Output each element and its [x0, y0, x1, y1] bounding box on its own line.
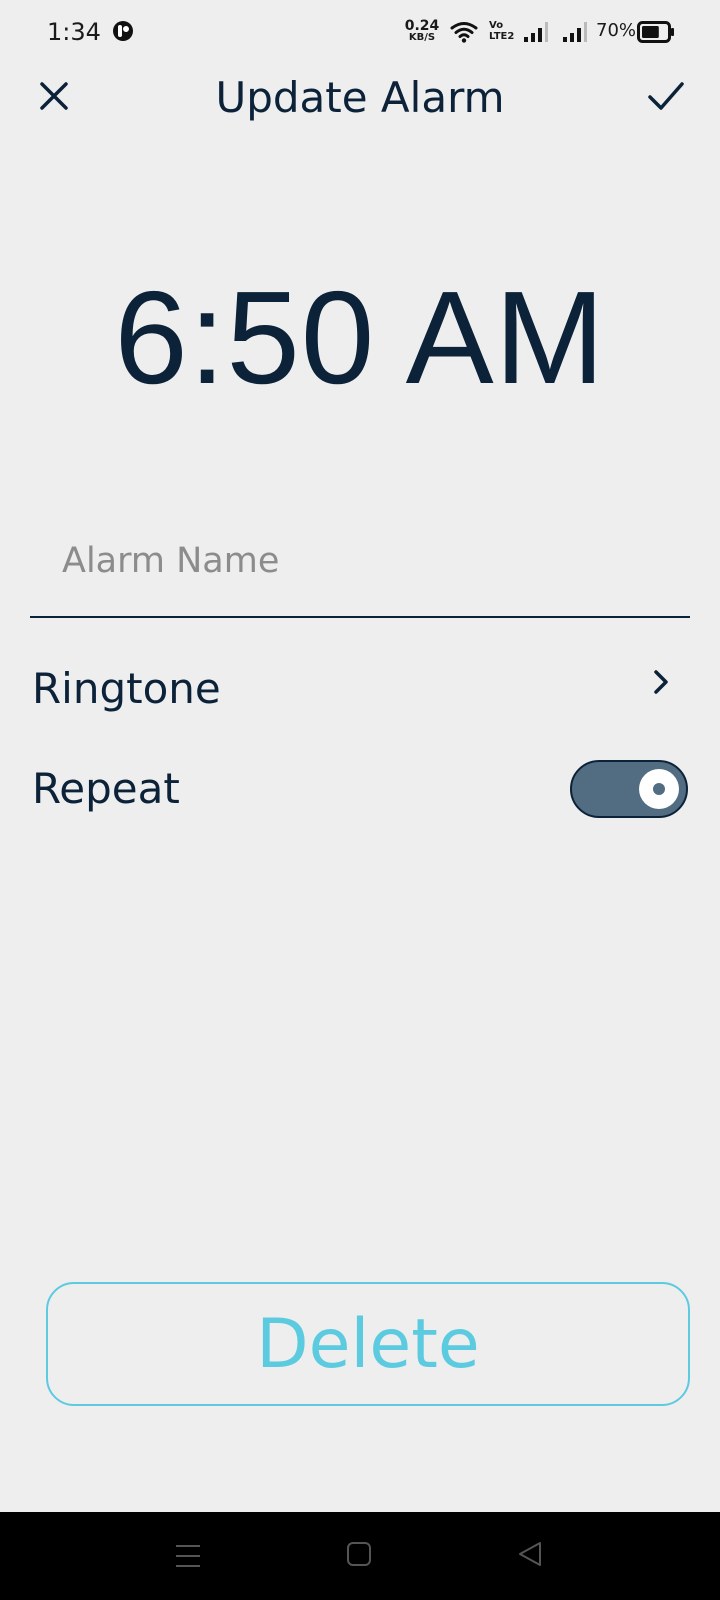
chevron-right-icon — [654, 670, 668, 694]
repeat-label: Repeat — [32, 764, 180, 813]
signal-icon — [524, 22, 548, 42]
network-speed: 0.24 KB/S — [404, 19, 440, 43]
battery-icon — [637, 21, 674, 43]
signal-icon — [563, 22, 587, 42]
toggle-knob — [639, 769, 679, 809]
ringtone-label: Ringtone — [32, 664, 221, 713]
alarm-time[interactable]: 6:50 AM — [0, 262, 720, 413]
volte-bottom-label: LTE2 — [489, 31, 515, 42]
header: Update Alarm — [0, 64, 720, 134]
repeat-row: Repeat — [30, 746, 690, 836]
network-speed-value: 0.24 — [404, 18, 440, 34]
alarm-name-input[interactable] — [62, 536, 662, 586]
navigation-bar — [0, 1512, 720, 1600]
home-icon[interactable] — [345, 1540, 373, 1568]
status-bar: 1:34 0.24 KB/S Vo LTE2 70% — [0, 0, 720, 64]
app-notification-icon — [113, 21, 133, 41]
page-title: Update Alarm — [215, 73, 505, 122]
volte-top-label: Vo — [489, 20, 504, 31]
delete-button[interactable]: Delete — [46, 1282, 690, 1406]
battery-percentage: 70% — [596, 20, 637, 41]
check-icon[interactable] — [646, 78, 686, 114]
back-icon[interactable] — [516, 1540, 544, 1568]
status-time: 1:34 — [47, 18, 101, 46]
menu-icon[interactable] — [174, 1542, 202, 1570]
repeat-toggle[interactable] — [570, 760, 688, 818]
ringtone-row[interactable]: Ringtone — [30, 646, 690, 736]
alarm-name-field — [30, 516, 690, 618]
volte-icon: Vo LTE2 — [489, 20, 514, 42]
wifi-icon — [450, 22, 478, 43]
network-speed-unit: KB/S — [408, 32, 436, 43]
